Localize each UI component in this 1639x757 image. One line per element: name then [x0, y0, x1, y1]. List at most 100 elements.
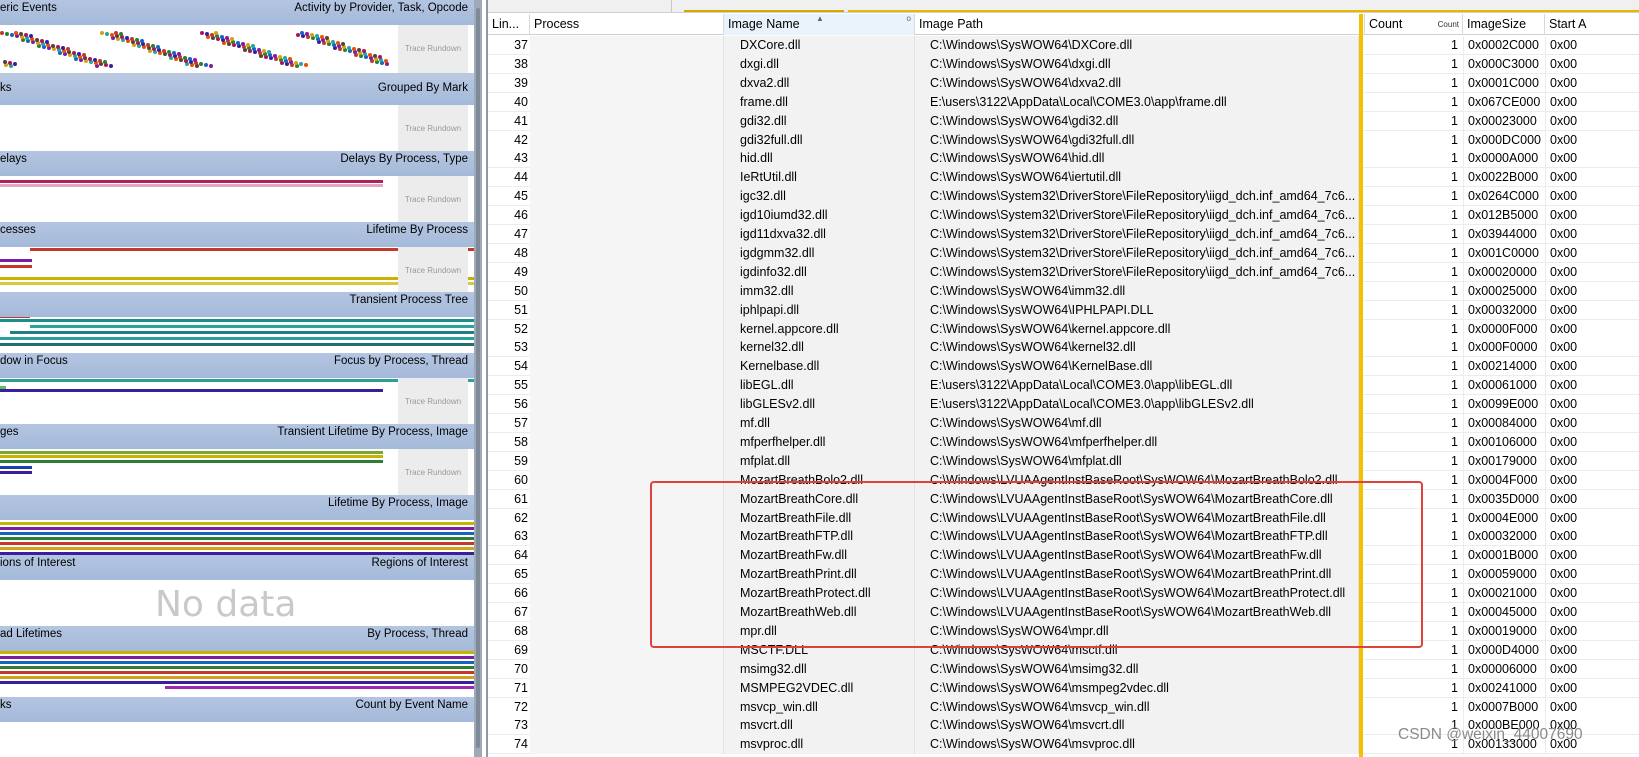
row-image-size: 0x00045000: [1463, 603, 1545, 622]
table-row[interactable]: 37 DXCore.dll C:\Windows\SysWOW64\DXCore.d…: [488, 36, 1639, 55]
graph-thumbnail[interactable]: [0, 722, 474, 757]
graph-thumbnail[interactable]: No data: [0, 580, 474, 628]
graph-section[interactable]: ions of Interest Regions of Interest No da…: [0, 555, 474, 629]
graph-view-preset-label[interactable]: Focus by Process, Thread: [334, 355, 468, 367]
image-table-panel: Lin... Process Image Name ▲ o Image Path…: [486, 0, 1639, 757]
graph-section[interactable]: ks Count by Event Name: [0, 697, 474, 757]
graph-section-header[interactable]: elays Delays By Process, Type: [0, 151, 474, 177]
graph-section[interactable]: eric Events Activity by Provider, Task, O…: [0, 0, 474, 74]
graph-view-preset-label[interactable]: Transient Process Tree: [350, 294, 468, 306]
row-image-size: 0x0004E000: [1463, 508, 1545, 528]
table-row[interactable]: 50 imm32.dll C:\Windows\SysWOW64\imm32.dll…: [488, 281, 1639, 301]
table-row[interactable]: 58 mfperfhelper.dll C:\Windows\SysWOW64\mf…: [488, 432, 1639, 452]
table-row[interactable]: 72 msvcp_win.dll C:\Windows\SysWOW64\msvcp…: [488, 697, 1639, 717]
graph-section[interactable]: cesses Lifetime By Process Trace Rundown: [0, 222, 474, 296]
column-header-image-size[interactable]: ImageSize: [1463, 14, 1545, 35]
graph-section[interactable]: ges Transient Lifetime By Process, Image T…: [0, 424, 474, 498]
table-row[interactable]: 44 IeRtUtil.dll C:\Windows\SysWOW64\iertut…: [488, 168, 1639, 188]
table-row[interactable]: 56 libGLESv2.dll E:\users\3122\AppData\Loc…: [488, 395, 1639, 415]
table-row[interactable]: 51 iphlpapi.dll C:\Windows\SysWOW64\IPHLPA…: [488, 300, 1639, 320]
graph-panel-scroll-thumb[interactable]: [476, 8, 480, 748]
table-row[interactable]: 45 igc32.dll C:\Windows\System32\DriverSto…: [488, 187, 1639, 207]
table-row[interactable]: 63 MozartBreathFTP.dll C:\Windows\LVUAAgen…: [488, 527, 1639, 547]
table-row[interactable]: 52 kernel.appcore.dll C:\Windows\SysWOW64\…: [488, 319, 1639, 339]
row-image-path: C:\Windows\System32\DriverStore\FileRepo…: [915, 262, 1359, 282]
graph-thumbnail[interactable]: Trace Rundown: [0, 247, 474, 295]
graph-view-preset-label[interactable]: By Process, Thread: [367, 628, 468, 640]
table-row[interactable]: 71 MSMPEG2VDEC.dll C:\Windows\SysWOW64\msm…: [488, 678, 1639, 698]
graph-section-header[interactable]: ions of Interest Regions of Interest: [0, 555, 474, 581]
grouping-divider[interactable]: [1359, 14, 1363, 757]
graph-section-header[interactable]: ks Count by Event Name: [0, 697, 474, 723]
graph-view-preset-label[interactable]: Regions of Interest: [371, 557, 468, 569]
graph-section-header[interactable]: Transient Process Tree: [0, 292, 474, 318]
table-row[interactable]: 65 MozartBreathPrint.dll C:\Windows\LVUAAg…: [488, 565, 1639, 585]
table-row[interactable]: 53 kernel32.dll C:\Windows\SysWOW64\kernel…: [488, 338, 1639, 358]
row-image-size: 0x0001B000: [1463, 546, 1545, 566]
graph-section-header[interactable]: ges Transient Lifetime By Process, Image: [0, 424, 474, 450]
table-row[interactable]: 39 dxva2.dll C:\Windows\SysWOW64\dxva2.dll…: [488, 73, 1639, 93]
table-row[interactable]: 41 gdi32.dll C:\Windows\SysWOW64\gdi32.dll…: [488, 111, 1639, 131]
column-header-image-path[interactable]: Image Path: [915, 14, 1365, 35]
table-row[interactable]: 55 libEGL.dll E:\users\3122\AppData\Local\…: [488, 376, 1639, 396]
graph-view-preset-label[interactable]: Delays By Process, Type: [340, 153, 468, 165]
graph-thumbnail[interactable]: Trace Rundown: [0, 449, 474, 497]
graph-section-header[interactable]: eric Events Activity by Provider, Task, O…: [0, 0, 474, 26]
graph-section-header[interactable]: ad Lifetimes By Process, Thread: [0, 626, 474, 652]
graph-section-header[interactable]: cesses Lifetime By Process: [0, 222, 474, 248]
table-row[interactable]: 68 mpr.dll C:\Windows\SysWOW64\mpr.dll 1 0x0…: [488, 621, 1639, 641]
row-image-name: mf.dll: [724, 414, 915, 433]
row-image-name: frame.dll: [724, 92, 915, 112]
table-row[interactable]: 43 hid.dll C:\Windows\SysWOW64\hid.dll 1 0x0…: [488, 149, 1639, 169]
table-row[interactable]: 42 gdi32full.dll C:\Windows\SysWOW64\gdi32…: [488, 130, 1639, 150]
table-row[interactable]: 49 igdinfo32.dll C:\Windows\System32\Drive…: [488, 262, 1639, 282]
graph-thumbnail[interactable]: Trace Rundown: [0, 176, 474, 224]
table-row[interactable]: 48 igdgmm32.dll C:\Windows\System32\Driver…: [488, 243, 1639, 263]
row-image-name: MozartBreathFw.dll: [724, 546, 915, 566]
column-header-count[interactable]: Count Count: [1365, 14, 1463, 35]
graph-section-header[interactable]: ks Grouped By Mark: [0, 80, 474, 106]
row-image-name: imm32.dll: [724, 281, 915, 301]
graph-thumbnail[interactable]: [0, 651, 474, 699]
graph-section[interactable]: elays Delays By Process, Type Trace Rundow…: [0, 151, 474, 225]
column-header-start-address[interactable]: Start A: [1545, 14, 1639, 35]
table-row[interactable]: 59 mfplat.dll C:\Windows\SysWOW64\mfplat.d…: [488, 451, 1639, 471]
graph-section-header[interactable]: Lifetime By Process, Image: [0, 495, 474, 521]
column-header-image-name[interactable]: Image Name ▲ o: [724, 14, 915, 35]
column-header-line[interactable]: Lin...: [488, 14, 530, 35]
table-row[interactable]: 62 MozartBreathFile.dll C:\Windows\LVUAAge…: [488, 508, 1639, 528]
graph-section-title: eric Events: [0, 2, 57, 14]
timeline-bar: [0, 542, 474, 545]
graph-section[interactable]: ks Grouped By Mark Trace Rundown: [0, 80, 474, 154]
graph-view-preset-label[interactable]: Lifetime By Process, Image: [328, 497, 468, 509]
graph-view-preset-label[interactable]: Activity by Provider, Task, Opcode: [294, 2, 468, 14]
table-row[interactable]: 46 igd10iumd32.dll C:\Windows\System32\Dri…: [488, 206, 1639, 226]
graph-section[interactable]: ad Lifetimes By Process, Thread: [0, 626, 474, 700]
graph-section[interactable]: dow in Focus Focus by Process, Thread Trac…: [0, 353, 474, 427]
table-row[interactable]: 38 dxgi.dll C:\Windows\SysWOW64\dxgi.dll 1 0…: [488, 54, 1639, 74]
table-row[interactable]: 67 MozartBreathWeb.dll C:\Windows\LVUAAgen…: [488, 603, 1639, 622]
graph-view-preset-label[interactable]: Transient Lifetime By Process, Image: [277, 426, 468, 438]
graph-view-preset-label[interactable]: Grouped By Mark: [378, 82, 468, 94]
table-row[interactable]: 69 MSCTF.DLL C:\Windows\SysWOW64\msctf.dll…: [488, 640, 1639, 660]
graph-thumbnail[interactable]: Trace Rundown: [0, 105, 474, 153]
table-row[interactable]: 54 Kernelbase.dll C:\Windows\SysWOW64\Kern…: [488, 357, 1639, 377]
table-row[interactable]: 61 MozartBreathCore.dll C:\Windows\LVUAAge…: [488, 489, 1639, 509]
toolbar-tab[interactable]: [488, 0, 672, 12]
table-row[interactable]: 57 mf.dll C:\Windows\SysWOW64\mf.dll 1 0x000…: [488, 414, 1639, 433]
row-image-path: C:\Windows\SysWOW64\kernel32.dll: [915, 338, 1359, 358]
table-row[interactable]: 70 msimg32.dll C:\Windows\SysWOW64\msimg32…: [488, 659, 1639, 679]
table-row[interactable]: 66 MozartBreathProtect.dll C:\Windows\LVUA…: [488, 584, 1639, 604]
graph-thumbnail[interactable]: Trace Rundown: [0, 25, 474, 73]
graph-view-preset-label[interactable]: Count by Event Name: [355, 699, 468, 711]
table-row[interactable]: 47 igd11dxva32.dll C:\Windows\System32\Dri…: [488, 225, 1639, 244]
graph-view-preset-label[interactable]: Lifetime By Process: [366, 224, 468, 236]
table-row[interactable]: 40 frame.dll E:\users\3122\AppData\Local\C…: [488, 92, 1639, 112]
table-row[interactable]: 64 MozartBreathFw.dll C:\Windows\LVUAAgent…: [488, 546, 1639, 566]
row-image-name: MozartBreathWeb.dll: [724, 603, 915, 622]
graph-section-header[interactable]: dow in Focus Focus by Process, Thread: [0, 353, 474, 379]
row-start-address: 0x00: [1545, 527, 1639, 547]
table-row[interactable]: 60 MozartBreathBolo2.dll C:\Windows\LVUAAg…: [488, 470, 1639, 490]
graph-thumbnail[interactable]: Trace Rundown: [0, 378, 474, 426]
column-header-process[interactable]: Process: [530, 14, 724, 35]
